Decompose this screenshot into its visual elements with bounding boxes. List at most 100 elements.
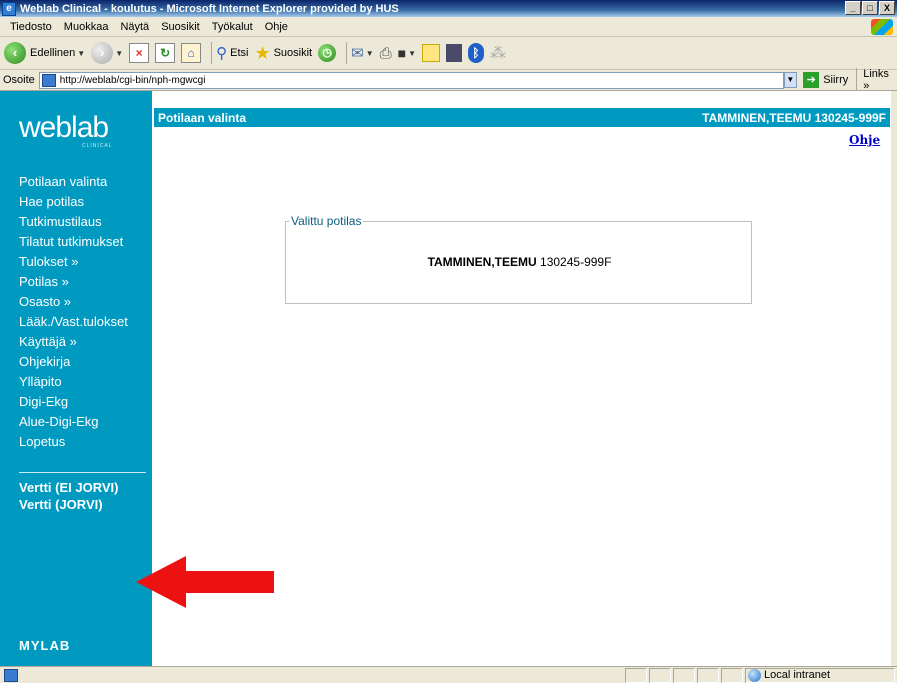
menu-suosikit[interactable]: Suosikit — [155, 21, 206, 33]
minimize-button[interactable]: _ — [845, 1, 861, 15]
ie-icon: e — [2, 1, 16, 16]
selected-patient-line: TAMMINEN,TEEMU 130245-999F — [286, 255, 753, 269]
search-icon: ⚲ — [216, 45, 228, 62]
chevron-down-icon: ▼ — [408, 48, 417, 58]
toolbar: ‹ Edellinen ▼ › ▼ × ↻ ⌂ ⚲ Etsi ★ Suosiki… — [0, 37, 897, 70]
search-label: Etsi — [230, 47, 249, 59]
sidebar-nav: Potilaan valinta Hae potilas Tutkimustil… — [19, 173, 128, 453]
menu-tyokalut[interactable]: Työkalut — [206, 21, 259, 33]
help-link[interactable]: Ohje — [849, 133, 880, 147]
address-bar: Osoite http://weblab/cgi-bin/nph-mgwcgi … — [0, 68, 897, 92]
status-cell — [649, 667, 671, 683]
zone-label: Local intranet — [764, 669, 831, 681]
address-input[interactable]: http://weblab/cgi-bin/nph-mgwcgi — [38, 71, 784, 89]
refresh-button[interactable]: ↻ — [155, 43, 176, 63]
book-icon — [446, 44, 463, 62]
sidebar: weblab CLINICAL Potilaan valinta Hae pot… — [0, 91, 153, 666]
right-border — [891, 91, 897, 666]
sidebar-item-osasto[interactable]: Osasto » — [19, 293, 128, 313]
go-arrow-icon: ➔ — [803, 72, 820, 88]
vertti-ei-jorvi-link[interactable]: Vertti (EI JORVI) — [19, 479, 118, 496]
sidebar-item-alue-digi-ekg[interactable]: Alue-Digi-Ekg — [19, 413, 128, 433]
patient-name: TAMMINEN,TEEMU — [427, 255, 537, 269]
vertti-links: Vertti (EI JORVI) Vertti (JORVI) — [19, 479, 118, 513]
print-icon: ⎙ — [379, 44, 392, 62]
favorites-button[interactable]: ★ Suosikit — [254, 43, 312, 64]
sidebar-item-tutkimustilaus[interactable]: Tutkimustilaus — [19, 213, 128, 233]
menu-tiedosto[interactable]: Tiedosto — [4, 21, 58, 33]
mail-button[interactable]: ✉ ▼ — [351, 44, 374, 62]
sidebar-item-digi-ekg[interactable]: Digi-Ekg — [19, 393, 128, 413]
sidebar-item-laak-vast-tulokset[interactable]: Lääk./Vast.tulokset — [19, 313, 128, 333]
status-cell — [697, 667, 719, 683]
search-button[interactable]: ⚲ Etsi — [216, 44, 248, 62]
selected-patient-legend: Valittu potilas — [289, 214, 364, 228]
menu-nayta[interactable]: Näytä — [114, 21, 155, 33]
stop-button[interactable]: × — [129, 43, 150, 63]
history-icon: ◷ — [318, 44, 337, 62]
status-cell — [721, 667, 743, 683]
mail-icon: ✉ — [351, 45, 364, 62]
mylab-logo: MYLAB — [19, 638, 71, 653]
selected-patient-box: Valittu potilas TAMMINEN,TEEMU 130245-99… — [285, 214, 753, 304]
notes-button[interactable] — [422, 44, 441, 62]
notes-icon — [422, 44, 441, 62]
back-button[interactable]: ‹ Edellinen ▼ — [4, 42, 85, 64]
edit-button[interactable]: ■ ▼ — [398, 45, 416, 61]
menu-muokkaa[interactable]: Muokkaa — [58, 21, 115, 33]
home-icon: ⌂ — [181, 43, 202, 63]
back-arrow-icon: ‹ — [4, 42, 26, 64]
chevron-down-icon: ▼ — [77, 48, 86, 58]
home-button[interactable]: ⌂ — [181, 43, 202, 63]
sidebar-item-tilatut-tutkimukset[interactable]: Tilatut tutkimukset — [19, 233, 128, 253]
research-button[interactable] — [446, 44, 463, 62]
close-button[interactable]: X — [879, 1, 895, 15]
star-icon: ★ — [254, 42, 271, 63]
windows-logo-icon — [871, 19, 893, 35]
header-patient: TAMMINEN,TEEMU 130245-999F — [702, 110, 886, 125]
menu-ohje[interactable]: Ohje — [259, 21, 294, 33]
links-toolbar[interactable]: Links » — [856, 68, 897, 92]
status-cell — [673, 667, 695, 683]
favorites-label: Suosikit — [273, 47, 313, 59]
forward-button[interactable]: › ▼ — [91, 42, 123, 64]
print-button[interactable]: ⎙ — [380, 45, 392, 62]
sidebar-item-ohjekirja[interactable]: Ohjekirja — [19, 353, 128, 373]
menu-bar: Tiedosto Muokkaa Näytä Suosikit Työkalut… — [0, 17, 897, 37]
refresh-icon: ↻ — [155, 43, 176, 63]
toolbar-separator — [346, 42, 348, 64]
browser-window: e Weblab Clinical - koulutus - Microsoft… — [0, 0, 897, 683]
sidebar-item-tulokset[interactable]: Tulokset » — [19, 253, 128, 273]
page-status-icon — [4, 668, 18, 682]
history-button[interactable]: ◷ — [318, 44, 337, 62]
sidebar-item-lopetus[interactable]: Lopetus — [19, 433, 128, 453]
title-bar: e Weblab Clinical - koulutus - Microsoft… — [0, 0, 897, 17]
maximize-button[interactable]: □ — [862, 1, 878, 15]
page-content: weblab CLINICAL Potilaan valinta Hae pot… — [0, 91, 897, 666]
window-controls: _ □ X — [845, 1, 895, 15]
page-icon — [41, 73, 56, 87]
weblab-logo-sub: CLINICAL — [82, 143, 113, 149]
address-dropdown-button[interactable]: ▼ — [783, 72, 798, 88]
security-zone[interactable]: Local intranet — [745, 667, 895, 683]
chevron-down-icon: ▼ — [365, 48, 374, 58]
bluetooth-button[interactable]: ᛒ — [468, 43, 485, 63]
page-title: Potilaan valinta — [158, 110, 247, 125]
messenger-button[interactable]: ⁂ — [490, 43, 506, 63]
status-bar: Local intranet — [0, 666, 897, 683]
forward-arrow-icon: › — [91, 42, 114, 64]
sidebar-item-yllapito[interactable]: Ylläpito — [19, 373, 128, 393]
red-arrow-annotation — [136, 556, 274, 608]
window-title: Weblab Clinical - koulutus - Microsoft I… — [20, 2, 399, 15]
sidebar-item-potilas[interactable]: Potilas » — [19, 273, 128, 293]
go-label: Siirry — [823, 74, 849, 86]
intranet-icon — [748, 668, 761, 682]
vertti-jorvi-link[interactable]: Vertti (JORVI) — [19, 496, 118, 513]
status-cell — [625, 667, 647, 683]
page-header-bar: Potilaan valinta TAMMINEN,TEEMU 130245-9… — [154, 108, 890, 127]
messenger-icon: ⁂ — [490, 45, 507, 62]
sidebar-item-potilaan-valinta[interactable]: Potilaan valinta — [19, 173, 128, 193]
go-button[interactable]: ➔ Siirry — [803, 72, 848, 88]
sidebar-item-kayttaja[interactable]: Käyttäjä » — [19, 333, 128, 353]
sidebar-item-hae-potilas[interactable]: Hae potilas — [19, 193, 128, 213]
